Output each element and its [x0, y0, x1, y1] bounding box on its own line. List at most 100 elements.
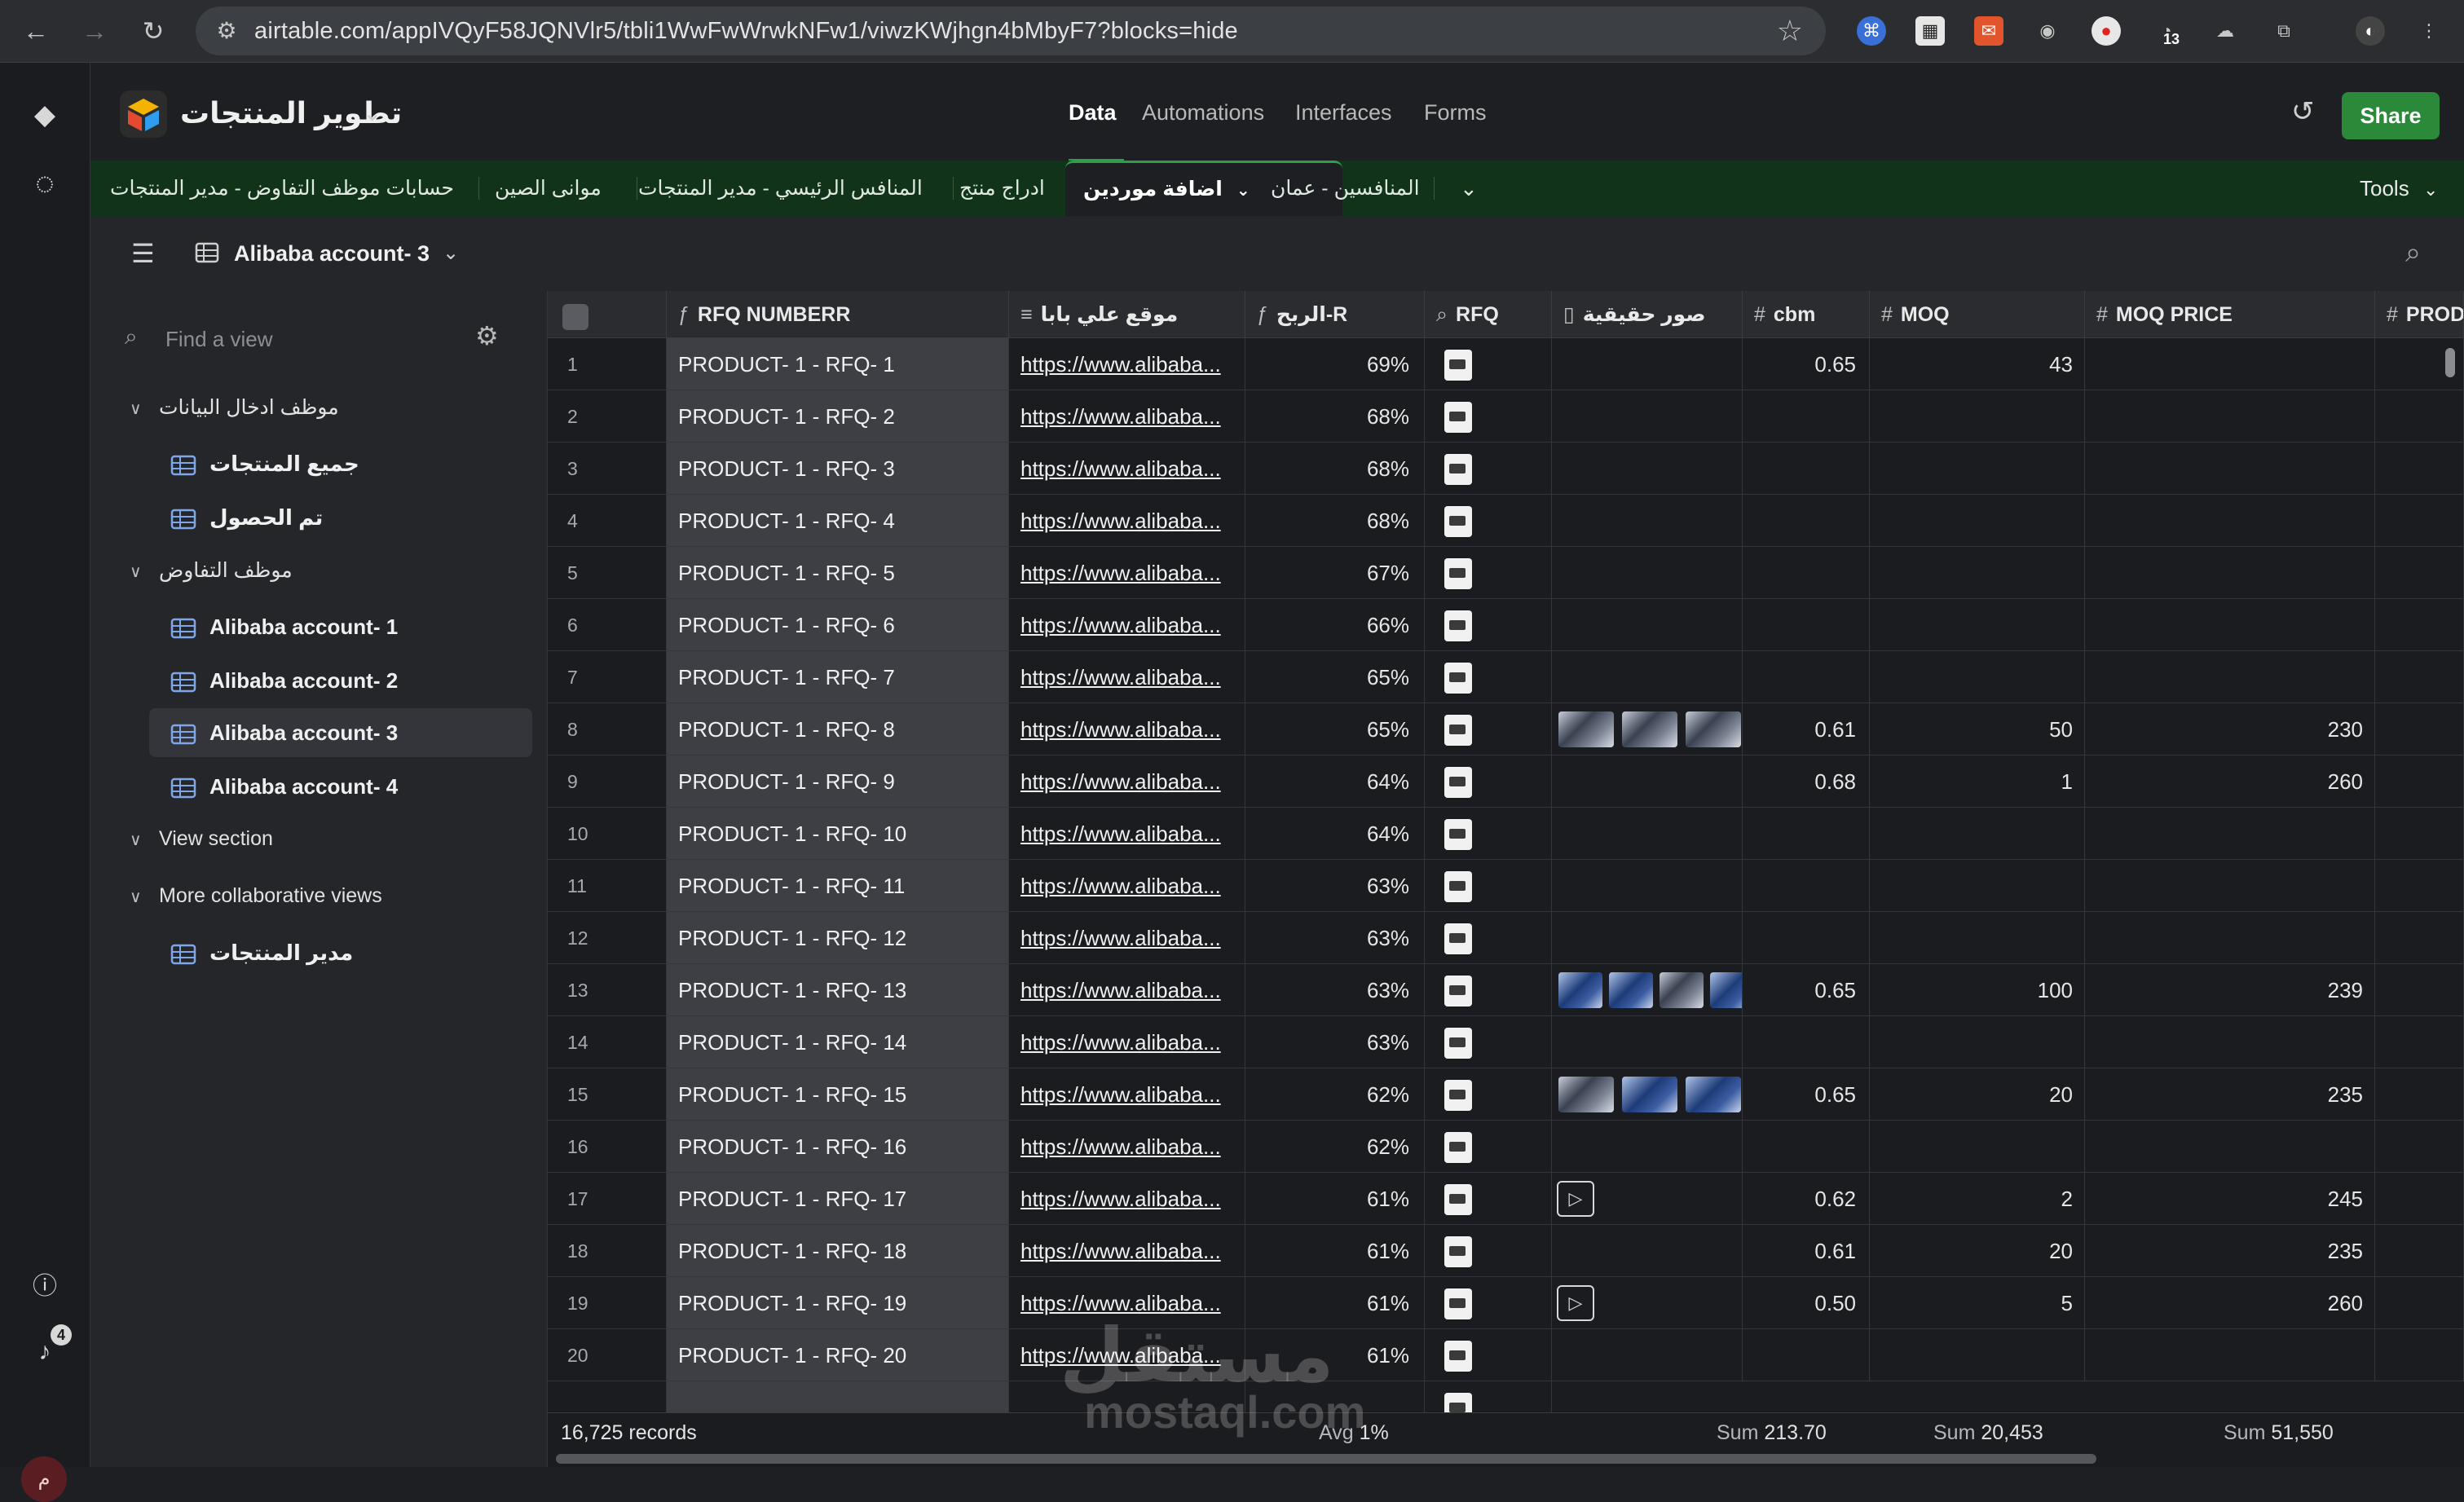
- document-thumbnail-icon[interactable]: [1444, 402, 1472, 433]
- find-view-input[interactable]: ⌕ Find a view: [125, 324, 273, 352]
- moq-price-cell[interactable]: [2085, 1329, 2375, 1381]
- moq-price-cell[interactable]: 239: [2085, 964, 2375, 1016]
- alibaba-link[interactable]: https://www.alibaba...: [1009, 703, 1245, 755]
- rfq-attachment-cell[interactable]: [1425, 755, 1552, 808]
- rfq-attachment-cell[interactable]: [1425, 1121, 1552, 1173]
- rfq-attachment-cell[interactable]: [1425, 495, 1552, 547]
- product-cell[interactable]: [2375, 1068, 2464, 1121]
- camera-extension-icon[interactable]: ◉: [2033, 16, 2062, 46]
- sidebar-item-product-manager[interactable]: مدير المنتجات: [149, 928, 532, 977]
- alibaba-link[interactable]: https://www.alibaba...: [1009, 547, 1245, 599]
- profit-cell[interactable]: 67%: [1245, 547, 1425, 599]
- base-logo-icon[interactable]: [120, 90, 167, 138]
- puzzle-extensions-icon[interactable]: ⧉: [2269, 16, 2299, 46]
- rfq-number-cell[interactable]: PRODUCT- 1 - RFQ- 18: [667, 1225, 1009, 1277]
- rfq-number-cell[interactable]: PRODUCT- 1 - RFQ- 8: [667, 703, 1009, 755]
- cbm-cell[interactable]: 0.65: [1743, 1068, 1870, 1121]
- real-photos-cell[interactable]: ▷: [1552, 1173, 1743, 1225]
- product-cell[interactable]: [2375, 390, 2464, 443]
- real-photos-cell[interactable]: [1552, 651, 1743, 703]
- moq-price-cell[interactable]: [2085, 599, 2375, 651]
- current-view-name[interactable]: Alibaba account- 3: [234, 216, 430, 291]
- cbm-cell[interactable]: [1743, 599, 1870, 651]
- real-photos-cell[interactable]: [1552, 912, 1743, 964]
- cbm-cell[interactable]: 0.61: [1743, 1225, 1870, 1277]
- real-photos-cell[interactable]: [1552, 808, 1743, 860]
- alibaba-link[interactable]: https://www.alibaba...: [1009, 755, 1245, 808]
- cbm-cell[interactable]: [1743, 912, 1870, 964]
- rfq-attachment-cell[interactable]: [1425, 599, 1552, 651]
- alibaba-link[interactable]: https://www.alibaba...: [1009, 443, 1245, 495]
- rfq-attachment-cell[interactable]: [1425, 1277, 1552, 1329]
- rfq-attachment-cell[interactable]: [1425, 651, 1552, 703]
- column-header-profit[interactable]: ƒ الربح-R: [1245, 291, 1425, 338]
- rfq-attachment-cell[interactable]: [1425, 390, 1552, 443]
- sidebar-item-all-products[interactable]: جميع المنتجات: [149, 439, 532, 488]
- tools-menu[interactable]: Tools ⌄: [2360, 161, 2438, 216]
- user-avatar[interactable]: م: [21, 1456, 67, 1502]
- moq-cell[interactable]: [1870, 651, 2085, 703]
- alibaba-link[interactable]: https://www.alibaba...: [1009, 1016, 1245, 1068]
- gear-icon[interactable]: ⚙: [475, 320, 499, 351]
- document-thumbnail-icon[interactable]: [1444, 819, 1472, 850]
- profit-cell[interactable]: 66%: [1245, 599, 1425, 651]
- rfq-number-cell[interactable]: PRODUCT- 1 - RFQ- 7: [667, 651, 1009, 703]
- cbm-cell[interactable]: [1743, 860, 1870, 912]
- cbm-cell[interactable]: [1743, 808, 1870, 860]
- moq-price-cell[interactable]: 235: [2085, 1225, 2375, 1277]
- section-more-collaborative-views[interactable]: ∨ More collaborative views: [130, 884, 382, 908]
- real-photos-cell[interactable]: [1552, 443, 1743, 495]
- alibaba-link[interactable]: https://www.alibaba...: [1009, 912, 1245, 964]
- real-photos-cell[interactable]: [1552, 1225, 1743, 1277]
- real-photos-cell[interactable]: [1552, 860, 1743, 912]
- back-icon[interactable]: ←: [16, 11, 55, 51]
- alibaba-link[interactable]: https://www.alibaba...: [1009, 338, 1245, 390]
- moq-cell[interactable]: 50: [1870, 703, 2085, 755]
- cbm-cell[interactable]: [1743, 547, 1870, 599]
- rfq-number-cell[interactable]: PRODUCT- 1 - RFQ- 2: [667, 390, 1009, 443]
- video-play-icon[interactable]: ▷: [1557, 1285, 1594, 1321]
- photo-thumbnail[interactable]: [1609, 972, 1653, 1008]
- chevron-down-icon[interactable]: ⌄: [443, 216, 459, 291]
- rfq-attachment-cell[interactable]: [1425, 808, 1552, 860]
- bookmark-star-icon[interactable]: ☆: [1777, 15, 1803, 47]
- rfq-attachment-cell[interactable]: [1425, 547, 1552, 599]
- alibaba-link[interactable]: https://www.alibaba...: [1009, 495, 1245, 547]
- rfq-attachment-cell[interactable]: [1425, 964, 1552, 1016]
- photo-thumbnail[interactable]: [1686, 1077, 1741, 1112]
- cbm-cell[interactable]: [1743, 1016, 1870, 1068]
- column-header-product[interactable]: # PRODU: [2375, 291, 2464, 338]
- moq-sum[interactable]: Sum 20,453: [1933, 1421, 2043, 1445]
- moq-cell[interactable]: [1870, 1121, 2085, 1173]
- column-header-moq[interactable]: # MOQ: [1870, 291, 2085, 338]
- product-cell[interactable]: [2375, 599, 2464, 651]
- document-thumbnail-icon[interactable]: [1444, 558, 1472, 589]
- product-cell[interactable]: [2375, 964, 2464, 1016]
- rfq-number-cell[interactable]: PRODUCT- 1 - RFQ- 10: [667, 808, 1009, 860]
- photo-thumbnail[interactable]: [1558, 972, 1602, 1008]
- rfq-number-cell[interactable]: PRODUCT- 1 - RFQ- 20: [667, 1329, 1009, 1381]
- real-photos-cell[interactable]: ▷: [1552, 1277, 1743, 1329]
- rfq-number-cell[interactable]: PRODUCT- 1 - RFQ- 13: [667, 964, 1009, 1016]
- rfq-number-cell[interactable]: PRODUCT- 1 - RFQ- 4: [667, 495, 1009, 547]
- profit-cell[interactable]: 68%: [1245, 390, 1425, 443]
- moq-price-cell[interactable]: [2085, 495, 2375, 547]
- moq-cell[interactable]: [1870, 390, 2085, 443]
- product-cell[interactable]: [2375, 1121, 2464, 1173]
- profit-cell[interactable]: 61%: [1245, 1225, 1425, 1277]
- photo-thumbnail[interactable]: [1622, 1077, 1677, 1112]
- rfq-attachment-cell[interactable]: [1425, 1068, 1552, 1121]
- moq-price-cell[interactable]: 260: [2085, 755, 2375, 808]
- cbm-cell[interactable]: 0.68: [1743, 755, 1870, 808]
- document-thumbnail-icon[interactable]: [1444, 1080, 1472, 1111]
- video-play-icon[interactable]: ▷: [1557, 1181, 1594, 1217]
- rfq-number-cell[interactable]: PRODUCT- 1 - RFQ- 16: [667, 1121, 1009, 1173]
- rfq-attachment-cell[interactable]: [1425, 912, 1552, 964]
- document-thumbnail-icon[interactable]: [1444, 1184, 1472, 1215]
- alibaba-link[interactable]: https://www.alibaba...: [1009, 1225, 1245, 1277]
- real-photos-cell[interactable]: [1552, 1068, 1743, 1121]
- profit-cell[interactable]: 61%: [1245, 1173, 1425, 1225]
- column-header-rfq-number[interactable]: ƒ RFQ NUMBERR: [667, 291, 1009, 338]
- moq-price-cell[interactable]: [2085, 338, 2375, 390]
- sidebar-item-alibaba-3[interactable]: Alibaba account- 3: [149, 708, 532, 757]
